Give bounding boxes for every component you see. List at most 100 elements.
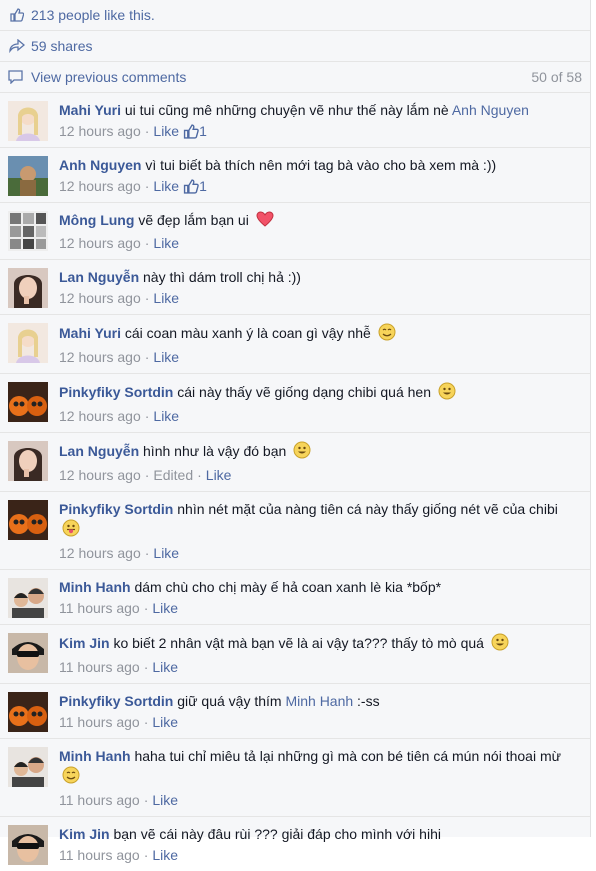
view-previous-row: View previous comments 50 of 58 (0, 62, 590, 93)
commenter-name[interactable]: Anh Nguyen (59, 157, 141, 173)
separator: · (197, 467, 202, 483)
comment-timestamp[interactable]: 11 hours ago (59, 598, 140, 618)
comment-text: ko biết 2 nhân vật mà bạn vẽ là ai vậy t… (113, 635, 484, 652)
like-button[interactable]: Like (153, 543, 179, 563)
thumbs-up-icon (8, 7, 26, 23)
comment-text-tail: :-ss (357, 693, 380, 709)
comment-item: Pinkyfiky Sortdin cái này thấy vẽ giống … (0, 374, 590, 433)
grin-emoji-icon (491, 633, 509, 656)
comment-like-count[interactable]: 1 (183, 176, 207, 196)
mention-link[interactable]: Minh Hanh (285, 693, 353, 709)
commenter-name[interactable]: Kim Jin (59, 826, 110, 842)
avatar[interactable] (8, 578, 48, 618)
comment-timestamp[interactable]: 12 hours ago (59, 465, 141, 485)
comment-item: Anh Nguyen vì tui biết bà thích nên mới … (0, 148, 590, 203)
smile-emoji-icon (62, 766, 80, 789)
avatar[interactable] (8, 692, 48, 732)
like-button[interactable]: Like (153, 288, 179, 308)
commenter-name[interactable]: Kim Jin (59, 635, 110, 651)
likes-count-link[interactable]: 213 people like this. (31, 7, 155, 23)
avatar[interactable] (8, 323, 48, 363)
avatar[interactable] (8, 441, 48, 481)
comment-timestamp[interactable]: 11 hours ago (59, 845, 140, 865)
comment-item: Kim Jin ko biết 2 nhân vật mà bạn vẽ là … (0, 625, 590, 684)
comment-item: Minh Hanh haha tui chỉ miêu tả lại những… (0, 739, 590, 817)
like-button[interactable]: Like (153, 233, 179, 253)
separator: · (143, 847, 149, 863)
comment-text: cái này thấy vẽ giống dạng chibi quá hen (177, 384, 431, 401)
like-button[interactable]: Like (152, 845, 178, 865)
comment-item: Mahi Yuri ui tui cũng mê những chuyện vẽ… (0, 93, 590, 148)
separator: · (144, 467, 150, 483)
thumbs-up-icon (183, 123, 199, 139)
likes-summary[interactable]: 213 people like this. (0, 0, 590, 31)
edited-label[interactable]: Edited (153, 465, 193, 485)
smile-emoji-icon (378, 323, 396, 346)
like-button[interactable]: Like (152, 790, 178, 810)
like-button[interactable]: Like (153, 176, 179, 196)
avatar[interactable] (8, 633, 48, 673)
comment-timestamp[interactable]: 12 hours ago (59, 176, 141, 196)
mention-link[interactable]: Anh Nguyen (452, 102, 529, 118)
avatar[interactable] (8, 268, 48, 308)
like-button[interactable]: Like (152, 657, 178, 677)
comment-text: dám chù cho chị mày ế hả coan xanh lè ki… (134, 579, 442, 595)
avatar[interactable] (8, 101, 48, 141)
comment-timestamp[interactable]: 11 hours ago (59, 790, 140, 810)
comment-like-count[interactable]: 1 (183, 121, 207, 141)
commenter-name[interactable]: Mahi Yuri (59, 102, 121, 118)
comment-text: cái coan màu xanh ý là coan gì vậy nhễ (124, 325, 371, 342)
like-button[interactable]: Like (153, 406, 179, 426)
avatar[interactable] (8, 211, 48, 251)
avatar[interactable] (8, 500, 48, 540)
comment-text: ui tui cũng mê những chuyện vẽ như thế n… (124, 102, 449, 118)
like-button[interactable]: Like (152, 598, 178, 618)
commenter-name[interactable]: Minh Hanh (59, 748, 131, 764)
like-button[interactable]: Like (152, 712, 178, 732)
shares-summary[interactable]: 59 shares (0, 31, 590, 62)
comment-timestamp[interactable]: 12 hours ago (59, 543, 141, 563)
comment-item: Mông Lung vẽ đẹp lắm bạn ui 12 hours ago… (0, 203, 590, 260)
comment-text: nhìn nét mặt của nàng tiên cá này thấy g… (177, 501, 558, 517)
commenter-name[interactable]: Pinkyfiky Sortdin (59, 501, 173, 517)
like-button[interactable]: Like (153, 347, 179, 367)
comment-timestamp[interactable]: 11 hours ago (59, 657, 140, 677)
comment-count: 50 of 58 (531, 69, 582, 85)
commenter-name[interactable]: Mahi Yuri (59, 325, 121, 341)
separator: · (143, 792, 149, 808)
comment-text: giữ quá vậy thím (177, 693, 282, 709)
comment-item: Pinkyfiky Sortdin giữ quá vậy thím Minh … (0, 684, 590, 739)
commenter-name[interactable]: Mông Lung (59, 212, 134, 228)
comment-timestamp[interactable]: 12 hours ago (59, 233, 141, 253)
commenter-name[interactable]: Pinkyfiky Sortdin (59, 693, 173, 709)
like-count: 1 (199, 123, 207, 139)
avatar[interactable] (8, 382, 48, 422)
comment-item: Lan Nguyễn hình như là vậy đó bạn 12 hou… (0, 433, 590, 492)
separator: · (144, 408, 150, 424)
separator: · (144, 349, 150, 365)
commenter-name[interactable]: Lan Nguyễn (59, 443, 139, 459)
comment-timestamp[interactable]: 12 hours ago (59, 288, 141, 308)
view-previous-comments-link[interactable]: View previous comments (31, 69, 186, 85)
comment-timestamp[interactable]: 11 hours ago (59, 712, 140, 732)
like-button[interactable]: Like (206, 465, 232, 485)
like-button[interactable]: Like (153, 121, 179, 141)
comment-item: Kim Jin bạn vẽ cái này đâu rùi ??? giải … (0, 817, 590, 871)
comment-item: Minh Hanh dám chù cho chị mày ế hả coan … (0, 570, 590, 625)
comment-text: vẽ đẹp lắm bạn ui (138, 212, 249, 229)
commenter-name[interactable]: Minh Hanh (59, 579, 131, 595)
comment-timestamp[interactable]: 12 hours ago (59, 121, 141, 141)
comments-panel: 213 people like this. 59 shares View pre… (0, 0, 591, 865)
avatar[interactable] (8, 747, 48, 787)
commenter-name[interactable]: Pinkyfiky Sortdin (59, 384, 173, 400)
separator: · (144, 290, 150, 306)
avatar[interactable] (8, 825, 48, 865)
comment-text: bạn vẽ cái này đâu rùi ??? giải đáp cho … (113, 826, 441, 842)
separator: · (143, 714, 149, 730)
avatar[interactable] (8, 156, 48, 196)
commenter-name[interactable]: Lan Nguyễn (59, 269, 139, 285)
comment-timestamp[interactable]: 12 hours ago (59, 406, 141, 426)
shares-count-link[interactable]: 59 shares (31, 38, 92, 54)
separator: · (143, 600, 149, 616)
comment-timestamp[interactable]: 12 hours ago (59, 347, 141, 367)
